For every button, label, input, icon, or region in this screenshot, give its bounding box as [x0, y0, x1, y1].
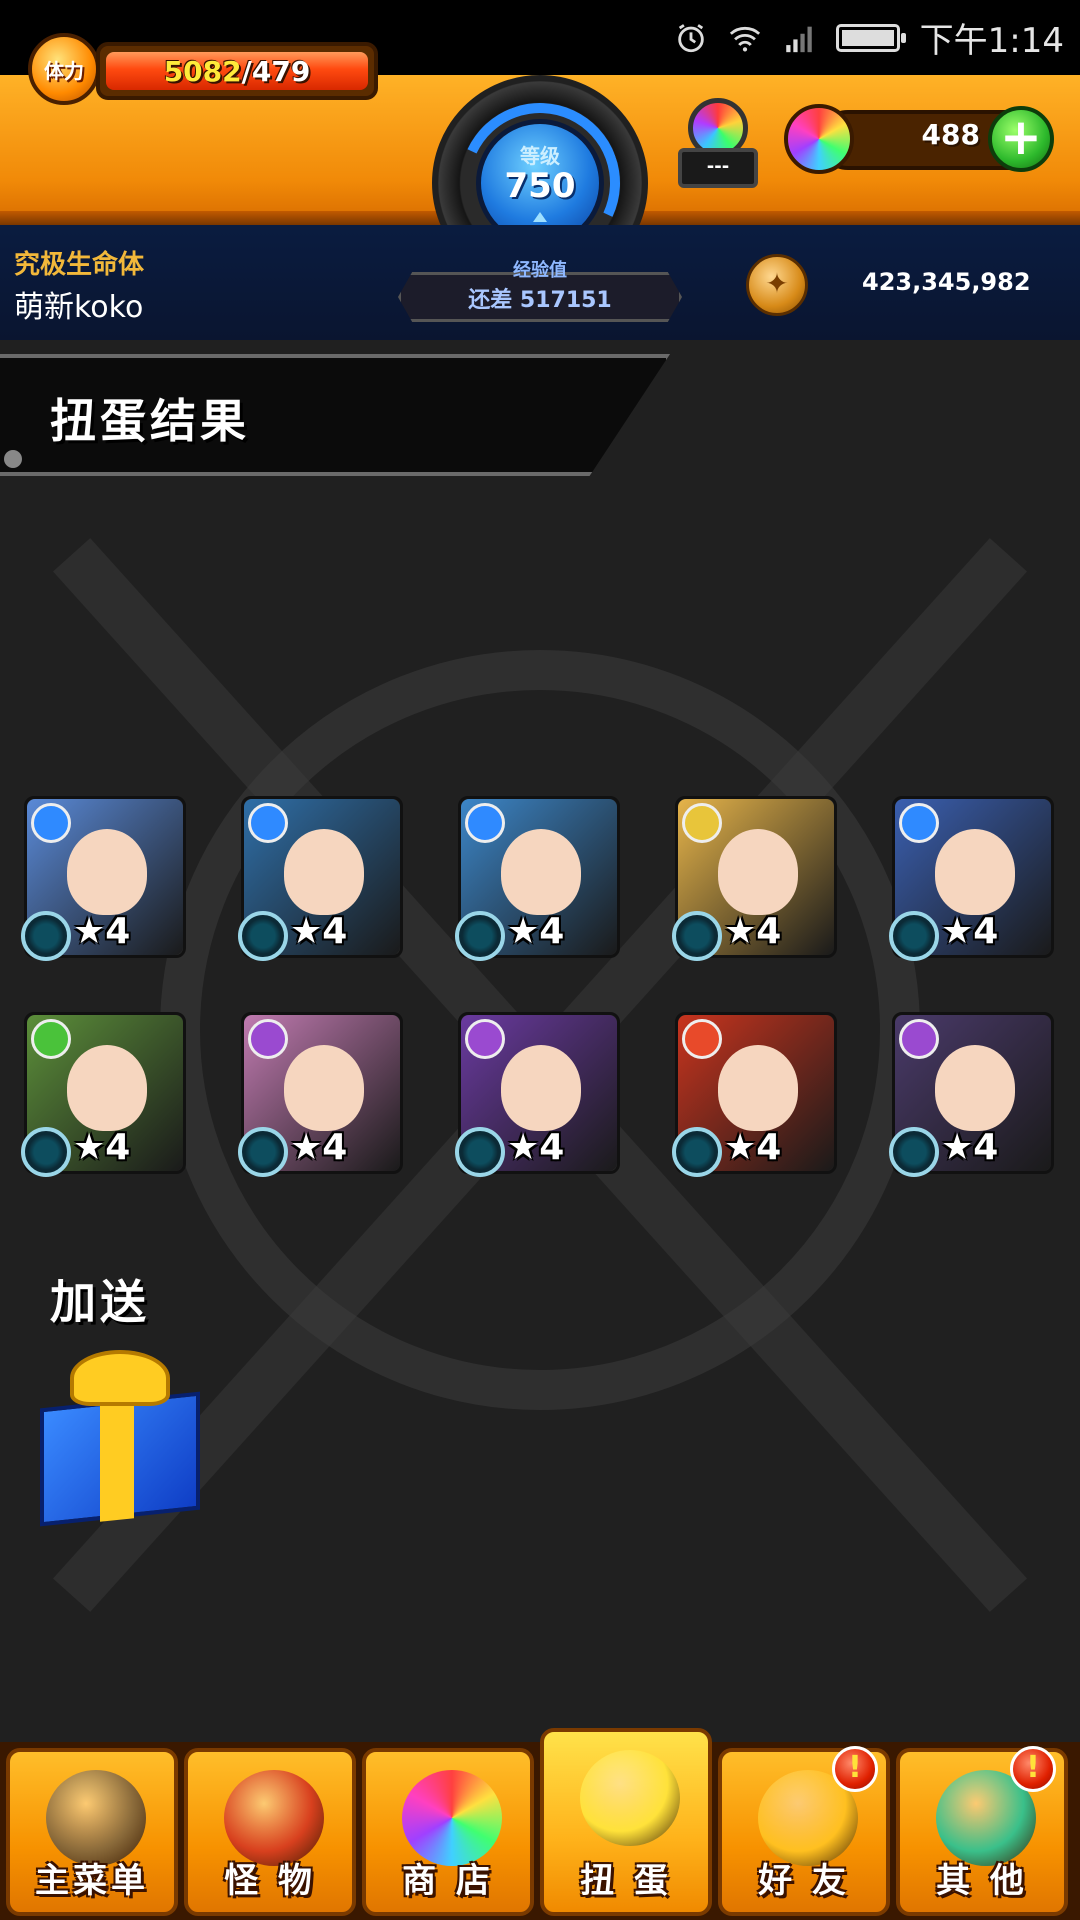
- wood-element-icon: [31, 1019, 71, 1059]
- page-title: 扭蛋结果: [50, 394, 250, 448]
- ability-slot-icon: [455, 911, 505, 961]
- monster-face: [67, 829, 147, 915]
- orb-icon: [402, 1770, 502, 1866]
- monster-card[interactable]: ★4: [238, 1012, 403, 1177]
- orb-count: 488: [921, 118, 980, 151]
- light-element-icon: [682, 803, 722, 843]
- nav-label: 扭 蛋: [580, 1861, 672, 1901]
- monster-face: [284, 1045, 364, 1131]
- stamina-current: 5082: [163, 54, 242, 88]
- egg-icon: [580, 1750, 680, 1846]
- caret-up-icon: [533, 212, 547, 222]
- monster-face: [935, 829, 1015, 915]
- monster-card[interactable]: ★4: [21, 1012, 186, 1177]
- rarity-stars: ★4: [507, 911, 565, 952]
- nav-gacha-button[interactable]: 扭 蛋: [540, 1728, 712, 1916]
- alert-badge-icon: !: [832, 1746, 878, 1792]
- ability-slot-icon: [21, 1127, 71, 1177]
- monster-face: [718, 1045, 798, 1131]
- rarity-stars: ★4: [290, 911, 348, 952]
- exp-remaining: 还差 517151: [468, 288, 612, 313]
- ability-slot-icon: [21, 911, 71, 961]
- gift-box-icon[interactable]: [30, 1350, 210, 1527]
- monster-card[interactable]: ★4: [672, 796, 837, 961]
- monster-face: [501, 1045, 581, 1131]
- gate-icon: [46, 1770, 146, 1866]
- fire-element-icon: [682, 1019, 722, 1059]
- rarity-stars: ★4: [73, 1127, 131, 1168]
- stamina-max: /479: [241, 54, 311, 88]
- rarity-stars: ★4: [941, 911, 999, 952]
- monster-card[interactable]: ★4: [672, 1012, 837, 1177]
- alarm-icon: [677, 23, 704, 52]
- ability-slot-icon: [889, 911, 939, 961]
- alert-badge-icon: !: [1010, 1746, 1056, 1792]
- buy-orbs-button[interactable]: +: [988, 106, 1054, 172]
- ability-slot-icon: [672, 911, 722, 961]
- ability-slot-icon: [889, 1127, 939, 1177]
- dark-element-icon: [248, 1019, 288, 1059]
- rarity-stars: ★4: [507, 1127, 565, 1168]
- battery-icon: [835, 23, 906, 52]
- nav-friends-button[interactable]: 好 友!: [718, 1746, 890, 1916]
- water-element-icon: [31, 803, 71, 843]
- nav-main-menu-button[interactable]: 主菜单: [6, 1748, 178, 1916]
- dark-element-icon: [899, 1019, 939, 1059]
- nav-shop-button[interactable]: 商 店: [362, 1748, 534, 1916]
- nav-label: 商 店: [402, 1861, 494, 1901]
- nav-label: 好 友: [758, 1861, 850, 1901]
- monster-card[interactable]: ★4: [238, 796, 403, 961]
- gold-coin-icon: [746, 254, 808, 316]
- wifi-icon: [729, 26, 760, 51]
- status-time: 下午1:14: [919, 21, 1064, 61]
- monster-face: [284, 829, 364, 915]
- monster-card[interactable]: ★4: [455, 1012, 620, 1177]
- nav-label: 其 他: [936, 1861, 1028, 1901]
- signal-icon: [785, 26, 812, 52]
- monster-face: [935, 1045, 1015, 1131]
- stamina-bar: 5082 /479: [96, 42, 378, 100]
- rarity-stars: ★4: [724, 1127, 782, 1168]
- bonus-label: 加送: [50, 1275, 150, 1329]
- gold-amount: 423,345,982: [862, 268, 1031, 296]
- monster-card[interactable]: ★4: [455, 796, 620, 961]
- monster-face: [718, 829, 798, 915]
- ability-slot-icon: [455, 1127, 505, 1177]
- monster-face: [501, 829, 581, 915]
- bolt-icon: [4, 450, 22, 468]
- monster-card[interactable]: ★4: [21, 796, 186, 961]
- ability-slot-icon: [238, 1127, 288, 1177]
- potion-timer[interactable]: ---: [672, 88, 764, 194]
- nav-label: 主菜单: [35, 1861, 149, 1901]
- monster-icon: [224, 1770, 324, 1866]
- rarity-stars: ★4: [73, 911, 131, 952]
- rarity-stars: ★4: [724, 911, 782, 952]
- monster-card[interactable]: ★4: [889, 796, 1054, 961]
- level-label: 等级: [520, 144, 560, 168]
- rarity-stars: ★4: [941, 1127, 999, 1168]
- stamina-icon: 体力: [28, 33, 100, 105]
- monster-card[interactable]: ★4: [889, 1012, 1054, 1177]
- dark-element-icon: [465, 1019, 505, 1059]
- nav-other-button[interactable]: 其 他!: [896, 1746, 1068, 1916]
- water-element-icon: [899, 803, 939, 843]
- nav-monster-button[interactable]: 怪 物: [184, 1748, 356, 1916]
- rarity-stars: ★4: [290, 1127, 348, 1168]
- water-element-icon: [465, 803, 505, 843]
- ability-slot-icon: [672, 1127, 722, 1177]
- ability-slot-icon: [238, 911, 288, 961]
- monster-face: [67, 1045, 147, 1131]
- level-value: 750: [504, 166, 576, 206]
- exp-label: 经验值: [513, 260, 567, 281]
- water-element-icon: [248, 803, 288, 843]
- nav-label: 怪 物: [224, 1861, 316, 1901]
- username: 萌新koko: [14, 290, 144, 325]
- potion-value: ---: [678, 148, 758, 188]
- orb-icon: [784, 104, 854, 174]
- rank-title: 究极生命体: [14, 250, 145, 280]
